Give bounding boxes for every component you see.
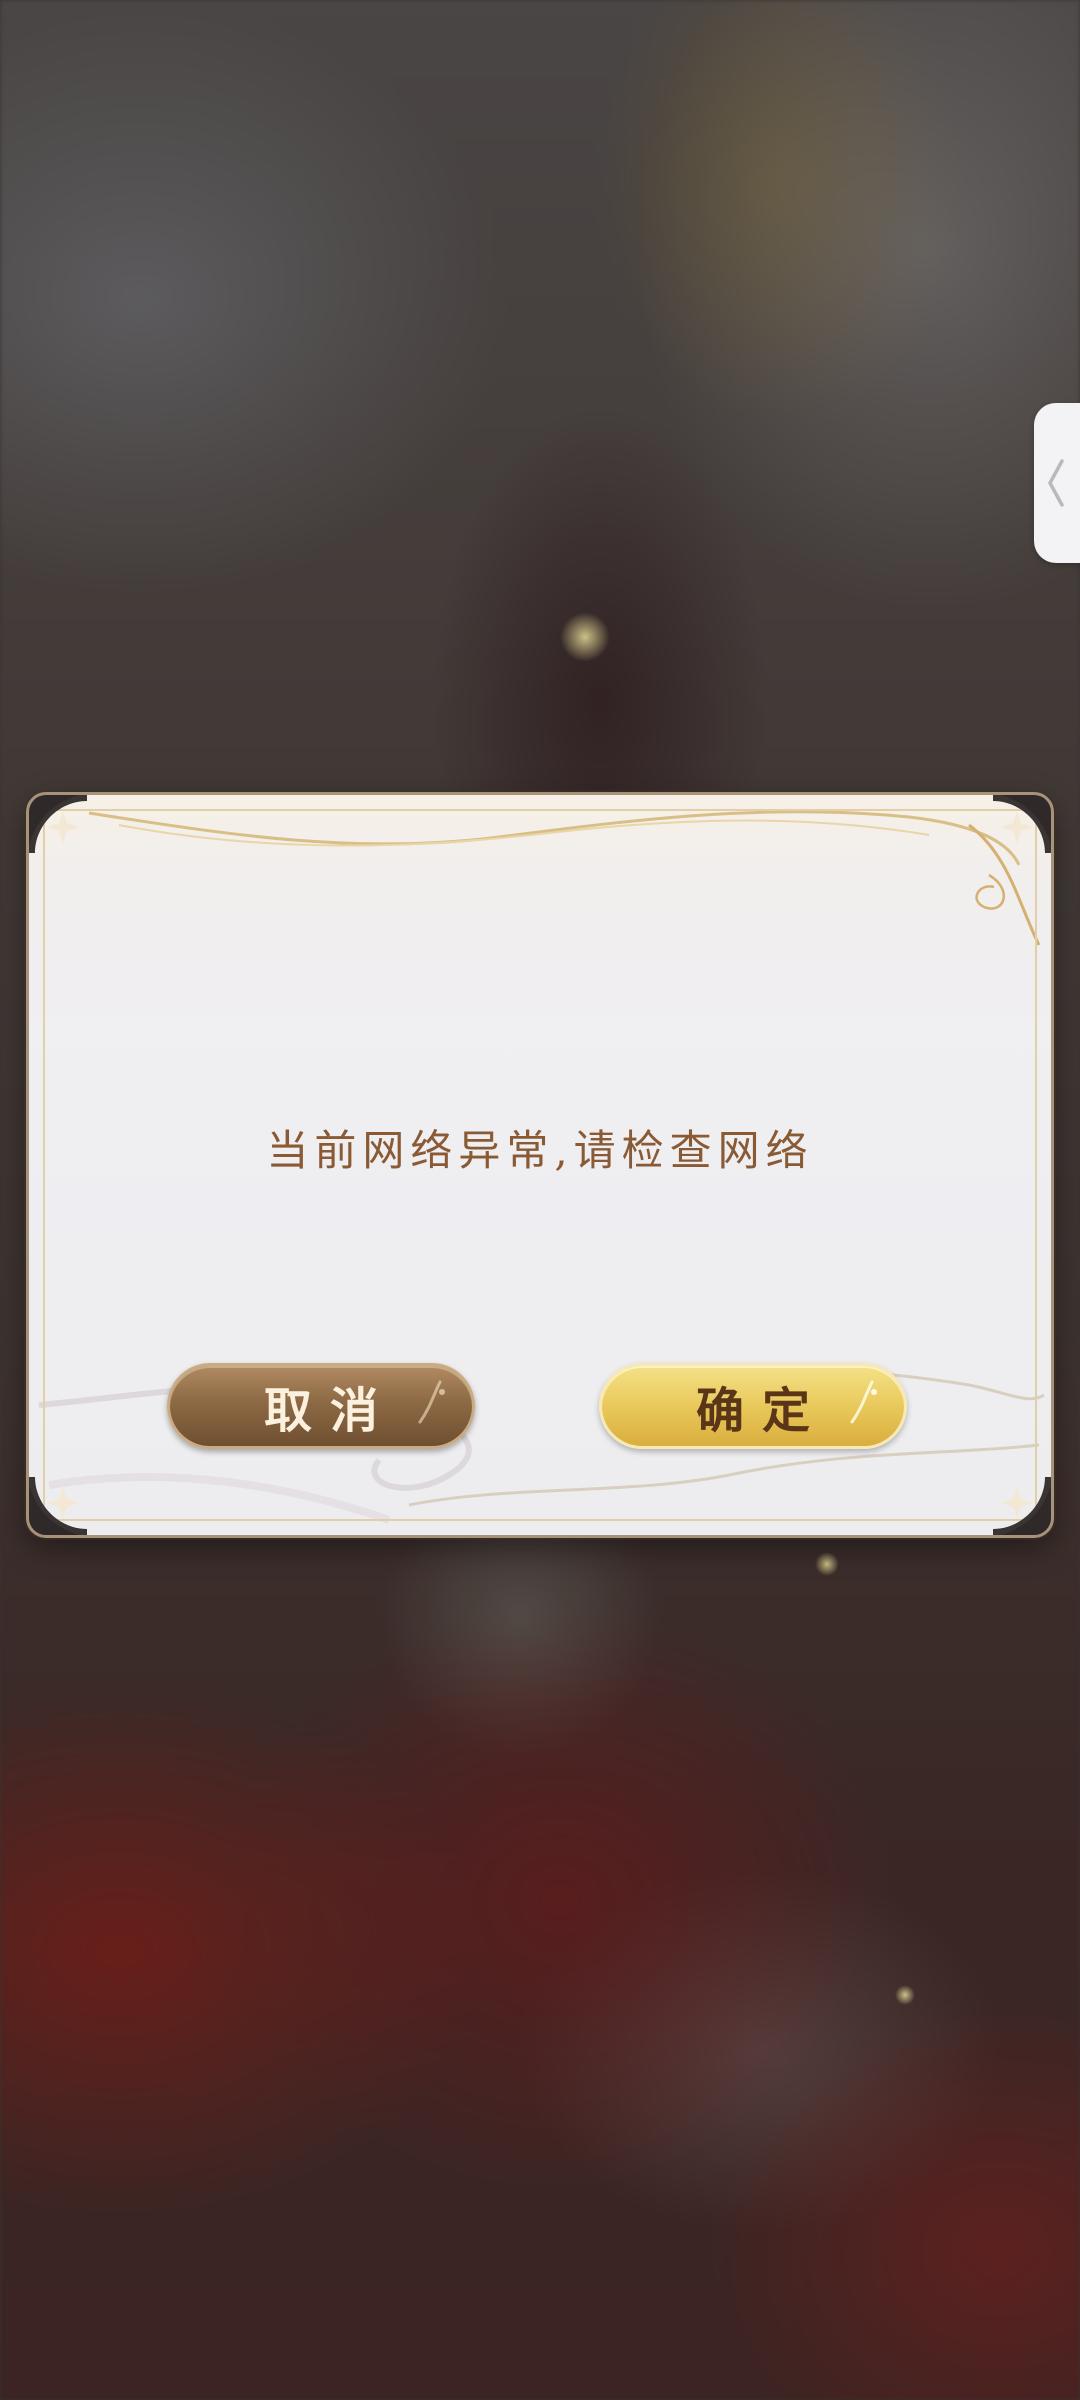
gold-swirl-decoration bbox=[88, 810, 1041, 946]
corner-ornament bbox=[993, 795, 1051, 853]
side-drawer-tab[interactable] bbox=[1034, 403, 1080, 563]
corner-ornament bbox=[29, 1477, 87, 1535]
cancel-button-label: 取消 bbox=[263, 1383, 396, 1439]
corner-ornament bbox=[29, 795, 87, 853]
confirm-button-label: 确定 bbox=[695, 1383, 828, 1439]
sparkle bbox=[895, 1985, 915, 2005]
network-error-dialog: 当前网络异常,请检查网络 取消 确定 bbox=[26, 792, 1054, 1538]
sparkle-icon bbox=[850, 1380, 877, 1424]
chevron-left-icon bbox=[1044, 457, 1066, 509]
sparkle bbox=[560, 612, 610, 662]
sparkle-icon bbox=[418, 1380, 445, 1424]
error-message: 当前网络异常,请检查网络 bbox=[266, 1126, 814, 1175]
sparkle bbox=[815, 1552, 839, 1576]
cancel-button[interactable]: 取消 bbox=[167, 1363, 475, 1449]
confirm-button[interactable]: 确定 bbox=[599, 1363, 907, 1449]
game-screen: 当前网络异常,请检查网络 取消 确定 bbox=[0, 0, 1080, 2400]
corner-ornament bbox=[993, 1477, 1051, 1535]
